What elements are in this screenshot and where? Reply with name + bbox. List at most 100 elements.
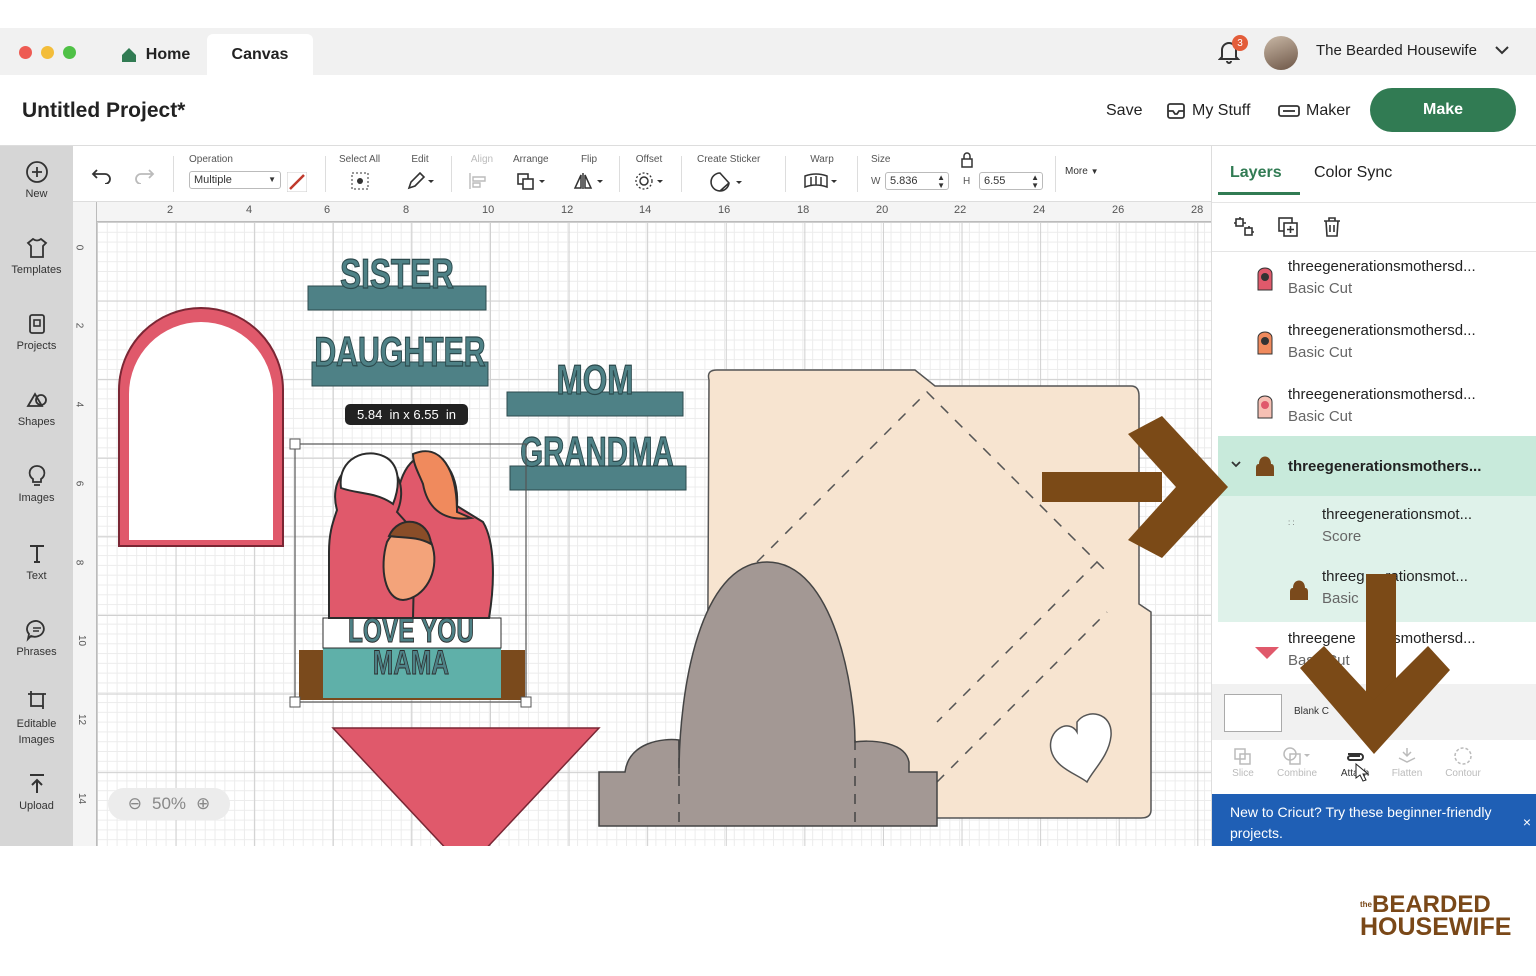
ruler-tick: 12 [76, 713, 88, 726]
zoom-control[interactable]: ⊖ 50% ⊕ [108, 788, 230, 820]
sidebar-item-text[interactable]: Text [0, 542, 73, 582]
stepper-icon[interactable]: ▲ ▼ [1031, 174, 1039, 190]
layer-group-item[interactable]: threegenerationsmothers... [1212, 436, 1536, 496]
duplicate-icon[interactable] [1276, 215, 1300, 239]
sidebar-item-phrases[interactable]: Phrases [0, 618, 73, 658]
operation-select[interactable]: Multiple ▼ [189, 171, 281, 189]
layer-operation: Score [1322, 528, 1362, 545]
layer-name: threegene nsmothersd... [1288, 630, 1476, 647]
user-name[interactable]: The Bearded Housewife [1316, 42, 1477, 59]
blank-canvas-swatch[interactable] [1224, 694, 1282, 732]
zoom-in-icon[interactable]: ⊕ [196, 794, 210, 814]
flip-button[interactable]: Flip [573, 154, 605, 194]
active-tab-indicator [1218, 192, 1300, 195]
sidebar-item-new[interactable]: New [0, 160, 73, 200]
slice-button[interactable]: Slice [1218, 746, 1268, 779]
layer-item[interactable]: threegenerationsmothersd... Basic Cut [1212, 380, 1536, 442]
create-sticker-button[interactable]: Create Sticker [697, 154, 760, 196]
edit-button[interactable]: Edit [405, 154, 435, 194]
lock-icon[interactable] [960, 152, 974, 168]
undo-icon[interactable] [91, 166, 113, 184]
design-canvas[interactable]: SISTER DAUGHTER MOM GRANDMA LOVE YOU MAM… [97, 222, 1211, 846]
operation-value: Multiple [194, 174, 232, 186]
zoom-level: 50% [151, 794, 187, 813]
select-all-button[interactable]: Select All [339, 154, 380, 194]
sidebar-item-images[interactable]: Images [0, 464, 73, 504]
sidebar-item-shapes[interactable]: Shapes [0, 388, 73, 428]
zoom-out-icon[interactable]: ⊖ [128, 794, 142, 814]
chevron-down-icon[interactable] [1494, 42, 1510, 58]
title-bar: Home Canvas 3 The Bearded Housewife [0, 28, 1536, 75]
make-button[interactable]: Make [1370, 88, 1516, 132]
sidebar-item-projects[interactable]: Projects [0, 312, 73, 352]
stepper-icon[interactable]: ▲ ▼ [937, 174, 945, 190]
maker-button[interactable]: Maker [1278, 102, 1350, 120]
minimize-window-button[interactable] [41, 46, 54, 59]
attach-button[interactable]: Attach [1330, 746, 1380, 779]
sidebar-label-new: New [25, 188, 48, 200]
sidebar-item-templates[interactable]: Templates [0, 236, 73, 276]
ruler-tick: 24 [1033, 204, 1046, 216]
sidebar-item-editable-images[interactable]: Editable Images [0, 688, 73, 748]
ruler-horizontal: 2 4 6 8 10 12 14 16 18 20 22 24 26 28 [73, 202, 1211, 222]
pink-triangle-shape [331, 727, 601, 846]
layer-item[interactable]: threeg rationsmot... Basic [1212, 560, 1536, 622]
blank-canvas-row[interactable]: Blank C [1212, 684, 1536, 740]
edit-toolbar: Operation Multiple ▼ Select All Edit Alig… [73, 146, 1211, 202]
close-icon[interactable]: × [1523, 812, 1531, 833]
group-icon[interactable] [1232, 215, 1256, 239]
chevron-down-icon[interactable] [1230, 458, 1242, 470]
combine-button[interactable]: Combine [1272, 746, 1322, 779]
arrange-button[interactable]: Arrange [513, 154, 549, 194]
pencil-icon [407, 171, 434, 190]
offset-button[interactable]: Offset [633, 154, 665, 194]
layer-item[interactable]: threegene nsmothersd... Bas Cut [1212, 624, 1536, 684]
tab-home-label: Home [145, 45, 191, 63]
pen-color-swatch-icon[interactable] [287, 172, 307, 192]
attach-icon [1347, 753, 1364, 761]
zoom-window-button[interactable] [63, 46, 76, 59]
height-input[interactable]: 6.55 ▲ ▼ [979, 172, 1043, 190]
ruler-tick: 28 [1191, 204, 1204, 216]
tab-canvas-label: Canvas [231, 45, 289, 63]
left-sidebar: New Templates Projects Shapes Images Tex… [0, 146, 73, 846]
close-window-button[interactable] [19, 46, 32, 59]
lightbulb-icon [28, 465, 45, 486]
ruler-vertical: 0 2 4 6 8 10 12 14 [73, 202, 97, 846]
slice-label: Slice [1232, 768, 1254, 779]
resize-handle [520, 696, 532, 708]
layer-name: threegenerationsmothers... [1288, 458, 1482, 475]
ruler-tick: 4 [246, 204, 253, 216]
layer-item[interactable]: threegenerationsmothersd... Basic Cut [1212, 316, 1536, 378]
tab-home[interactable]: Home [110, 34, 200, 75]
layer-item[interactable]: : : threegenerationsmot... Score [1212, 498, 1536, 560]
beginner-projects-banner[interactable]: New to Cricut? Try these beginner-friend… [1212, 794, 1536, 846]
flatten-button[interactable]: Flatten [1382, 746, 1432, 779]
save-button[interactable]: Save [1106, 102, 1142, 120]
select-all-label: Select All [339, 154, 381, 165]
align-button[interactable]: Align [467, 154, 497, 194]
width-value: 5.836 [890, 175, 918, 187]
trash-icon[interactable] [1320, 215, 1344, 239]
flip-icon [573, 173, 603, 189]
width-label: W [871, 176, 881, 187]
warp-button[interactable]: Warp [803, 154, 841, 194]
align-icon [469, 173, 486, 189]
tab-layers[interactable]: Layers [1230, 164, 1282, 182]
contour-button[interactable]: Contour [1438, 746, 1488, 779]
more-button[interactable]: More ▼ [1065, 166, 1099, 177]
mom-text: MOM [557, 356, 634, 404]
sidebar-item-upload[interactable]: Upload [0, 772, 73, 812]
ruler-tick: 8 [73, 559, 85, 566]
layer-item[interactable]: threegenerationsmothersd... Basic Cut [1212, 252, 1536, 314]
redo-icon[interactable] [133, 166, 155, 184]
contour-label: Contour [1445, 768, 1481, 779]
avatar[interactable] [1264, 36, 1298, 70]
project-title[interactable]: Untitled Project* [22, 99, 185, 123]
tab-canvas[interactable]: Canvas [207, 34, 313, 75]
width-input[interactable]: 5.836 ▲ ▼ [885, 172, 949, 190]
ruler-tick: 2 [73, 322, 85, 329]
score-icon: : : [1288, 518, 1295, 527]
tab-color-sync[interactable]: Color Sync [1314, 164, 1392, 182]
my-stuff-button[interactable]: My Stuff [1166, 102, 1250, 120]
